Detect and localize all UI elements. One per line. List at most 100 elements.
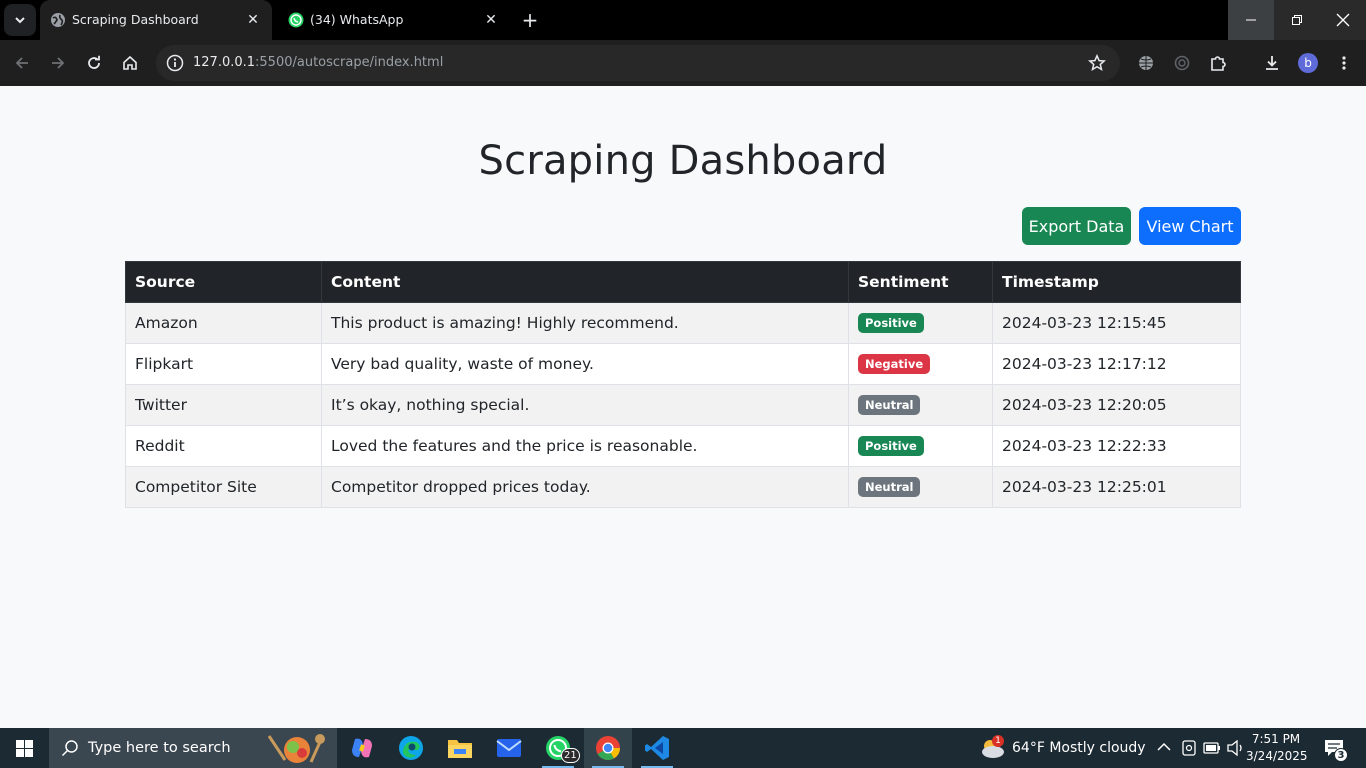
minimize-button[interactable] — [1228, 0, 1274, 40]
sentiment-badge: Neutral — [858, 395, 921, 415]
cell-timestamp: 2024-03-23 12:20:05 — [992, 384, 1241, 426]
table-row: Reddit Loved the features and the price … — [125, 425, 1241, 467]
battery-icon[interactable] — [1203, 741, 1221, 755]
taskbar-chrome[interactable] — [584, 728, 632, 768]
sentiment-badge: Positive — [858, 313, 924, 333]
sentiment-badge: Positive — [858, 436, 924, 456]
cell-content: Competitor dropped prices today. — [321, 466, 849, 508]
weather-alert-badge: 1 — [992, 735, 1004, 747]
globe-icon — [51, 13, 65, 27]
cell-sentiment: Positive — [848, 302, 993, 344]
home-button[interactable] — [118, 51, 142, 75]
copilot-icon — [352, 738, 372, 758]
system-clock[interactable]: 7:51 PM 3/24/2025 — [1246, 731, 1308, 765]
address-bar[interactable]: 127.0.0.1:5500/autoscrape/index.html — [156, 45, 1120, 81]
taskbar-whatsapp[interactable]: 21 — [534, 728, 582, 768]
table-row: Flipkart Very bad quality, waste of mone… — [125, 343, 1241, 385]
meet-now-icon[interactable] — [1182, 740, 1196, 756]
taskbar-edge[interactable] — [387, 728, 435, 768]
weather-text[interactable]: 64°F Mostly cloudy — [1012, 740, 1146, 756]
column-header-source: Source — [125, 261, 322, 303]
arrow-left-icon — [15, 57, 28, 69]
start-button[interactable] — [0, 728, 48, 768]
sentiment-badge: Neutral — [858, 477, 921, 497]
reload-button[interactable] — [82, 51, 106, 75]
browser-menu-button[interactable] — [1332, 51, 1356, 75]
tab-title: Scraping Dashboard — [72, 12, 199, 27]
site-info-icon[interactable] — [166, 54, 184, 72]
taskbar-file-explorer[interactable] — [436, 728, 484, 768]
page-viewport: Scraping Dashboard Export Data View Char… — [0, 86, 1366, 728]
reload-icon — [88, 55, 100, 69]
more-vertical-icon — [1342, 56, 1346, 70]
new-tab-button[interactable]: + — [518, 8, 542, 32]
tab-whatsapp[interactable]: (34) WhatsApp ✕ — [278, 0, 510, 40]
restore-button[interactable] — [1274, 0, 1320, 40]
table-row: Amazon This product is amazing! Highly r… — [125, 302, 1241, 344]
taskbar-copilot[interactable] — [338, 728, 386, 768]
extension-icon — [1174, 55, 1190, 71]
close-icon — [1336, 13, 1350, 27]
notification-badge: 21 — [561, 748, 580, 763]
view-chart-button[interactable]: View Chart — [1139, 207, 1241, 245]
column-header-timestamp: Timestamp — [992, 261, 1241, 303]
cell-timestamp: 2024-03-23 12:22:33 — [992, 425, 1241, 467]
column-header-content: Content — [321, 261, 849, 303]
column-header-sentiment: Sentiment — [848, 261, 993, 303]
taskbar-vscode[interactable] — [633, 728, 681, 768]
arrow-right-icon — [52, 57, 65, 69]
vscode-icon — [645, 736, 669, 760]
volume-icon[interactable] — [1227, 740, 1245, 756]
cell-sentiment: Positive — [848, 425, 993, 467]
taskbar-mail[interactable] — [485, 728, 533, 768]
cell-source: Flipkart — [125, 343, 322, 385]
back-button[interactable] — [10, 51, 34, 75]
forward-button[interactable] — [46, 51, 70, 75]
globe-icon — [1139, 56, 1153, 70]
notification-count-badge: 3 — [1334, 748, 1348, 762]
taskbar-search-box[interactable]: Type here to search — [49, 728, 337, 768]
tab-title: (34) WhatsApp — [310, 12, 404, 27]
mail-icon — [496, 739, 522, 757]
search-highlight-icon — [267, 734, 325, 763]
chevron-up-icon[interactable] — [1157, 742, 1171, 752]
chevron-down-icon — [15, 17, 25, 24]
cell-source: Competitor Site — [125, 466, 322, 508]
bookmark-star-icon[interactable] — [1088, 54, 1106, 72]
extension-globe-button[interactable] — [1134, 51, 1158, 75]
search-placeholder: Type here to search — [88, 740, 231, 756]
whatsapp-icon — [288, 12, 304, 28]
cell-content: It’s okay, nothing special. — [321, 384, 849, 426]
clock-date: 3/24/2025 — [1246, 749, 1308, 763]
cell-timestamp: 2024-03-23 12:17:12 — [992, 343, 1241, 385]
windows-taskbar: Type here to search 21 1 64°F Mostly clo… — [0, 728, 1366, 768]
table-header-row: Source Content Sentiment Timestamp — [125, 261, 1241, 303]
page-title: Scraping Dashboard — [478, 138, 888, 184]
cell-content: Very bad quality, waste of money. — [321, 343, 849, 385]
table-row: Twitter It’s okay, nothing special. Neut… — [125, 384, 1241, 426]
cell-content: This product is amazing! Highly recommen… — [321, 302, 849, 344]
tab-strip: Scraping Dashboard ✕ (34) WhatsApp ✕ + — [0, 0, 1366, 40]
edge-icon — [399, 736, 423, 760]
browser-toolbar: 127.0.0.1:5500/autoscrape/index.html b — [0, 40, 1366, 86]
clock-time: 7:51 PM — [1251, 732, 1301, 746]
extension-circle-button[interactable] — [1170, 51, 1194, 75]
downloads-button[interactable] — [1260, 51, 1284, 75]
folder-icon — [448, 740, 472, 758]
profile-avatar[interactable]: b — [1298, 53, 1318, 73]
tab-scraping-dashboard[interactable]: Scraping Dashboard ✕ — [40, 0, 272, 40]
home-icon — [123, 55, 137, 70]
chrome-icon — [596, 736, 620, 761]
close-window-button[interactable] — [1320, 0, 1366, 40]
close-tab-icon[interactable]: ✕ — [482, 11, 500, 29]
close-tab-icon[interactable]: ✕ — [244, 11, 262, 29]
cell-sentiment: Neutral — [848, 466, 993, 508]
tab-search-button[interactable] — [4, 4, 36, 36]
export-data-button[interactable]: Export Data — [1022, 207, 1131, 245]
cell-source: Reddit — [125, 425, 322, 467]
extensions-button[interactable] — [1206, 51, 1230, 75]
table-row: Competitor Site Competitor dropped price… — [125, 466, 1241, 508]
sentiment-badge: Negative — [858, 354, 931, 374]
scraped-data-table: Source Content Sentiment Timestamp Amazo… — [125, 261, 1241, 508]
download-icon — [1266, 56, 1278, 70]
